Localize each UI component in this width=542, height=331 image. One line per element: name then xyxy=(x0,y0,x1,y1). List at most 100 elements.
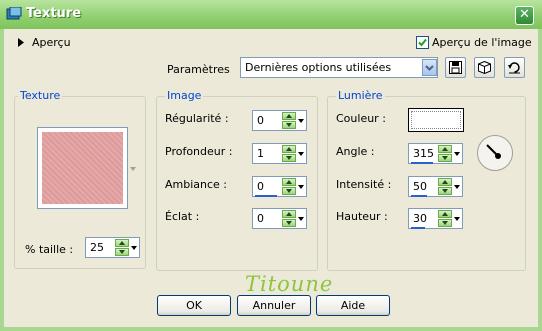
angle-stepper[interactable]: 315 xyxy=(408,143,463,164)
increment-button[interactable] xyxy=(438,210,452,218)
height-slider-indicator xyxy=(411,227,425,229)
arrow-up-icon xyxy=(442,147,448,151)
light-group-title: Lumière xyxy=(336,89,385,102)
ambiance-slider-indicator xyxy=(255,195,277,197)
angle-dial[interactable] xyxy=(476,134,514,172)
light-color-swatch[interactable] xyxy=(408,108,464,132)
decrement-button[interactable] xyxy=(438,187,452,195)
regularity-stepper-arrows[interactable] xyxy=(282,112,296,129)
checkbox-checked-icon xyxy=(416,36,429,49)
height-stepper-arrows[interactable] xyxy=(438,210,452,227)
height-value: 30 xyxy=(413,212,427,225)
size-dropdown[interactable] xyxy=(129,239,139,256)
increment-button[interactable] xyxy=(282,210,296,218)
eclat-dropdown[interactable] xyxy=(296,210,306,227)
texture-swatch xyxy=(42,132,123,204)
arrow-down-icon xyxy=(286,189,292,193)
cube-icon xyxy=(478,61,491,74)
arrow-up-icon xyxy=(286,212,292,216)
save-preset-button[interactable] xyxy=(445,57,466,78)
depth-dropdown[interactable] xyxy=(296,145,306,162)
increment-button[interactable] xyxy=(282,112,296,120)
light-group: Lumière Couleur : Angle : 315 Intensité … xyxy=(327,89,526,271)
image-preview-checkbox[interactable]: Aperçu de l'image xyxy=(416,35,536,50)
dialog-body: Aperçu Aperçu de l'image Paramètres Dern… xyxy=(4,29,538,327)
preview-expand-toggle[interactable]: Aperçu xyxy=(16,36,76,50)
arrow-up-icon xyxy=(442,180,448,184)
arrow-up-icon xyxy=(119,241,125,245)
angle-label: Angle : xyxy=(336,145,375,158)
increment-button[interactable] xyxy=(115,239,129,247)
ambiance-stepper-arrows[interactable] xyxy=(282,178,296,195)
size-stepper-arrows[interactable] xyxy=(115,239,129,256)
height-dropdown[interactable] xyxy=(452,210,462,227)
title-bar[interactable]: Texture ✕ xyxy=(0,0,542,29)
image-group: Image Régularité : 0 Profondeur : 1 Ambi… xyxy=(156,89,318,271)
ambiance-dropdown[interactable] xyxy=(296,178,306,195)
arrow-down-icon xyxy=(442,189,448,193)
chevron-down-icon xyxy=(454,185,460,189)
preview-toggle-label: Aperçu xyxy=(32,36,71,49)
close-button[interactable]: ✕ xyxy=(515,6,534,25)
chevron-down-icon[interactable] xyxy=(130,167,136,171)
intensity-stepper[interactable]: 50 xyxy=(408,176,463,197)
decrement-button[interactable] xyxy=(115,248,129,256)
chevron-down-icon xyxy=(298,119,304,123)
decrement-button[interactable] xyxy=(282,121,296,129)
angle-stepper-arrows[interactable] xyxy=(438,145,452,162)
height-stepper[interactable]: 30 xyxy=(408,208,463,229)
ok-button[interactable]: OK xyxy=(157,295,231,316)
reset-button[interactable] xyxy=(504,57,525,78)
depth-stepper[interactable]: 1 xyxy=(252,143,307,164)
size-stepper[interactable]: 25 xyxy=(85,237,140,258)
decrement-button[interactable] xyxy=(282,187,296,195)
arrow-up-icon xyxy=(286,114,292,118)
eclat-label: Éclat : xyxy=(165,210,200,223)
ambiance-value: 0 xyxy=(257,180,264,193)
increment-button[interactable] xyxy=(438,145,452,153)
regularity-stepper[interactable]: 0 xyxy=(252,110,307,131)
window-title: Texture xyxy=(26,6,82,21)
help-button[interactable]: Aide xyxy=(316,295,390,316)
eclat-stepper[interactable]: 0 xyxy=(252,208,307,229)
eclat-stepper-arrows[interactable] xyxy=(282,210,296,227)
increment-button[interactable] xyxy=(438,178,452,186)
texture-swatch-frame[interactable] xyxy=(37,127,128,209)
arrow-down-icon xyxy=(442,156,448,160)
chevron-down-icon xyxy=(298,217,304,221)
image-preview-label: Aperçu de l'image xyxy=(432,36,532,49)
increment-button[interactable] xyxy=(282,178,296,186)
texture-group: Texture % taille : 25 xyxy=(14,89,146,269)
angle-value: 315 xyxy=(413,147,434,160)
ambiance-label: Ambiance : xyxy=(165,178,228,191)
depth-stepper-arrows[interactable] xyxy=(282,145,296,162)
texture-dialog: Texture ✕ Aperçu Aperçu de l'image Param… xyxy=(0,0,542,331)
chevron-down-icon xyxy=(298,152,304,156)
presets-dropdown-button[interactable] xyxy=(422,59,437,76)
color-label: Couleur : xyxy=(336,112,386,125)
cancel-button[interactable]: Annuler xyxy=(237,295,311,316)
angle-slider-indicator xyxy=(411,162,433,164)
chevron-down-icon xyxy=(425,65,434,71)
close-icon: ✕ xyxy=(519,7,530,22)
intensity-value: 50 xyxy=(413,180,427,193)
increment-button[interactable] xyxy=(282,145,296,153)
intensity-stepper-arrows[interactable] xyxy=(438,178,452,195)
arrow-down-icon xyxy=(286,221,292,225)
decrement-button[interactable] xyxy=(438,219,452,227)
decrement-button[interactable] xyxy=(282,219,296,227)
regularity-dropdown[interactable] xyxy=(296,112,306,129)
load-preset-button[interactable] xyxy=(474,57,495,78)
ambiance-stepper[interactable]: 0 xyxy=(252,176,307,197)
chevron-down-icon xyxy=(454,152,460,156)
decrement-button[interactable] xyxy=(282,154,296,162)
presets-select[interactable]: Dernières options utilisées xyxy=(240,57,438,78)
app-icon xyxy=(6,7,22,20)
presets-value: Dernières options utilisées xyxy=(245,61,392,74)
angle-dropdown[interactable] xyxy=(452,145,462,162)
decrement-button[interactable] xyxy=(438,154,452,162)
presets-label: Paramètres xyxy=(167,63,230,76)
arrow-down-icon xyxy=(286,123,292,127)
size-label: % taille : xyxy=(25,243,74,256)
intensity-dropdown[interactable] xyxy=(452,178,462,195)
